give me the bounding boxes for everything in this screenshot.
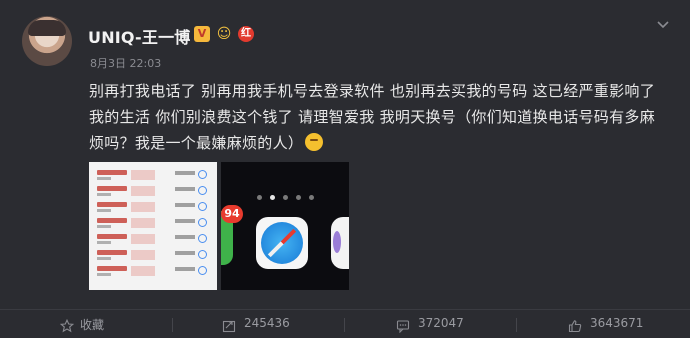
thumbs-up-icon — [568, 318, 582, 333]
author-name[interactable]: UNIQ-王一博 — [88, 24, 190, 48]
comment-count: 372047 — [418, 316, 464, 330]
notification-badge: 94 — [221, 205, 243, 223]
post-time[interactable]: 8月3日 22:03 — [90, 55, 161, 71]
page-dots — [221, 185, 349, 204]
call-log-image[interactable] — [89, 162, 217, 290]
like-button[interactable]: 3643671 — [516, 310, 688, 338]
chevron-down-icon[interactable] — [655, 16, 671, 32]
like-count: 3643671 — [590, 316, 644, 330]
favorite-label: 收藏 — [80, 318, 105, 332]
avatar[interactable] — [22, 16, 72, 66]
comment-button[interactable]: 372047 — [344, 310, 516, 338]
call-log-row — [97, 234, 209, 246]
star-icon — [59, 318, 75, 333]
weibo-post-card: UNIQ-王一博 V ☺ 红 8月3日 22:03 别再打我电话了 别再用我手机… — [0, 0, 690, 338]
call-log-row — [97, 250, 209, 262]
red-badge[interactable]: 红 — [238, 26, 254, 42]
call-log-row — [97, 202, 209, 214]
comment-icon — [396, 318, 410, 334]
call-log-row — [97, 170, 209, 182]
action-bar: 收藏 245436 372047 3643671 — [0, 310, 690, 338]
partial-app-icon — [331, 217, 349, 269]
repost-icon — [222, 318, 236, 333]
avatar-hair — [28, 20, 66, 36]
call-log-row — [97, 266, 209, 278]
post-text: 别再打我电话了 别再用我手机号去登录软件 也别再去买我的号码 这已经严重影响了我… — [89, 82, 656, 152]
post-content: 别再打我电话了 别再用我手机号去登录软件 也别再去买我的号码 这已经严重影响了我… — [89, 78, 669, 156]
repost-count: 245436 — [244, 316, 290, 330]
thinking-emoji-icon — [305, 133, 324, 151]
repost-button[interactable]: 245436 — [172, 310, 344, 338]
call-log-row — [97, 186, 209, 198]
favorite-button[interactable]: 收藏 — [0, 310, 172, 338]
safari-icon — [256, 217, 308, 269]
member-face-icon[interactable]: ☺ — [214, 26, 234, 42]
call-log-row — [97, 218, 209, 230]
verified-badge[interactable]: V — [194, 26, 210, 42]
